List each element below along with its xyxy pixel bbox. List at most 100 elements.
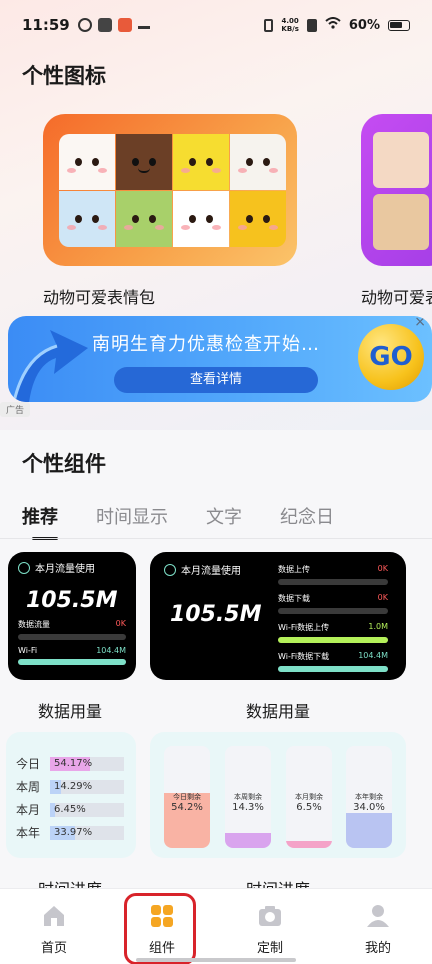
row-value: 104.4M — [96, 646, 126, 655]
widget-header: 本月流量使用 — [18, 560, 95, 575]
widget-rows: 数据流量 0K Wi-Fi 104.4M — [18, 619, 126, 665]
nav-label: 我的 — [364, 941, 391, 956]
tabs-divider — [0, 538, 432, 539]
progress-bar: 33.97% — [50, 825, 124, 840]
ad-tag: 广告 — [0, 402, 31, 417]
notification-app-icon — [137, 21, 150, 29]
tank-value: 14.3% — [232, 802, 264, 813]
widget-caption: 数据用量 — [38, 702, 103, 721]
icon-pack-name: 动物可爱表情包 — [43, 288, 156, 307]
progress-fill — [278, 666, 388, 672]
arrow-graphic-icon — [12, 330, 88, 402]
row-value: 104.4M — [358, 651, 388, 660]
ad-details-button[interactable]: 查看详情 — [114, 367, 318, 393]
row-label: 数据下载 — [278, 594, 310, 603]
hamster-face-icon — [373, 194, 429, 250]
tab-text[interactable]: 文字 — [206, 503, 242, 537]
pulse-icon — [164, 563, 176, 576]
bear-face-icon — [116, 134, 172, 190]
notification-app-icon — [97, 18, 112, 32]
tank-fill — [225, 833, 271, 848]
progress-tank: 本年剩余 34.0% — [346, 746, 392, 848]
notification-app-icon — [117, 18, 132, 32]
widget-rows: 数据上传 0K 数据下载 0K Wi-Fi数据上传 1.0M Wi-Fi数据下载 104.4M — [278, 564, 388, 680]
frog-face-icon — [116, 191, 172, 247]
data-usage-widget-wide[interactable]: 本月流量使用 105.5M 数据上传 0K 数据下载 0K Wi-Fi数据上传 1.0M W… — [150, 552, 406, 680]
speed-value: 4.00 — [281, 17, 299, 25]
progress-tank: 本周剩余 14.3% — [225, 746, 271, 848]
home-icon — [44, 906, 64, 926]
nav-label: 首页 — [40, 941, 67, 956]
nav-item-customize[interactable]: 定制 — [216, 889, 324, 964]
row-value: 1.0M — [368, 622, 388, 631]
widget-big-value: 105.5M — [26, 588, 118, 613]
tank-value: 6.5% — [296, 802, 322, 813]
widget-caption: 数据用量 — [246, 702, 311, 721]
time-progress-widget-list[interactable]: 今日 54.17% 本周 14.29% 本月 6.45% 本年 33.97% — [6, 732, 136, 858]
progress-bar: 6.45% — [50, 802, 124, 817]
row-label: Wi-Fi — [18, 646, 38, 655]
progress-row: 今日 54.17% — [16, 752, 126, 775]
bunny-face-icon — [59, 191, 115, 247]
widget-row: Wi-Fi数据上传 1.0M — [278, 622, 388, 643]
widgets-section-title: 个性组件 — [22, 452, 106, 476]
nav-item-home[interactable]: 首页 — [0, 889, 108, 964]
tab-anniversary[interactable]: 纪念日 — [280, 503, 334, 537]
tank-label: 本周剩余 — [234, 793, 262, 801]
widget-header-text: 本月流量使用 — [35, 564, 95, 575]
wifi-icon — [325, 17, 341, 33]
time-progress-widget-tanks[interactable]: 今日剩余 54.2% 本周剩余 14.3% 本月剩余 6.5% 本年剩余 34.0% — [150, 732, 406, 858]
widget-row: 数据下载 0K — [278, 593, 388, 614]
data-usage-widget-small[interactable]: 本月流量使用 105.5M 数据流量 0K Wi-Fi 104.4M — [8, 552, 136, 680]
ad-banner[interactable]: 南明生育力优惠检查开始… 查看详情 GO × — [8, 316, 432, 402]
icon-pack-name: 动物可爱表 — [361, 288, 432, 307]
ad-go-button[interactable]: GO — [358, 324, 424, 390]
icon-pack-card[interactable] — [361, 114, 432, 266]
progress-label: 今日 — [16, 757, 41, 771]
person-icon — [367, 905, 389, 927]
tank-fill — [346, 813, 392, 848]
widget-row: 数据上传 0K — [278, 564, 388, 585]
progress-value: 54.17% — [54, 757, 93, 769]
camera-icon — [259, 906, 281, 926]
row-label: 数据上传 — [278, 565, 310, 574]
row-label: Wi-Fi数据上传 — [278, 623, 330, 632]
progress-tank: 本月剩余 6.5% — [286, 746, 332, 848]
nav-label: 定制 — [256, 941, 283, 956]
widget-row: Wi-Fi数据下载 104.4M — [278, 651, 388, 672]
row-label: Wi-Fi数据下载 — [278, 652, 330, 661]
progress-bar — [278, 637, 388, 643]
battery-percent: 60% — [348, 17, 380, 33]
widget-category-tabs: 推荐 时间显示 文字 纪念日 — [22, 503, 334, 540]
progress-row: 本月 6.45% — [16, 798, 126, 821]
tank-value: 54.2% — [171, 802, 203, 813]
home-indicator[interactable] — [136, 958, 296, 962]
tab-time-display[interactable]: 时间显示 — [96, 503, 168, 537]
vibrate-icon — [264, 18, 274, 32]
progress-bar — [18, 659, 126, 665]
progress-tank: 今日剩余 54.2% — [164, 746, 210, 848]
row-label: 数据流量 — [18, 620, 50, 629]
status-bar: 11:59 4.00 KB/s 60% — [0, 0, 432, 50]
status-time: 11:59 — [22, 16, 70, 34]
icon-pack-card[interactable] — [43, 114, 297, 266]
nav-selection-highlight — [124, 893, 196, 964]
progress-bar — [278, 608, 388, 614]
nav-item-profile[interactable]: 我的 — [324, 889, 432, 964]
ad-close-button[interactable]: × — [414, 316, 426, 330]
pulse-icon — [18, 561, 30, 574]
network-speed: 4.00 KB/s — [281, 17, 298, 33]
progress-value: 33.97% — [54, 826, 93, 838]
progress-bar: 54.17% — [50, 756, 124, 771]
row-value: 0K — [377, 593, 388, 602]
notification-icons — [77, 18, 150, 32]
progress-label: 本周 — [16, 780, 41, 794]
chick-face-icon — [173, 134, 229, 190]
tab-recommended[interactable]: 推荐 — [22, 503, 58, 540]
tank-label: 本月剩余 — [295, 793, 323, 801]
row-value: 0K — [377, 564, 388, 573]
widget-big-value: 105.5M — [170, 602, 262, 627]
duck-face-icon — [230, 191, 286, 247]
tank-fill — [286, 841, 332, 848]
widget-header-text: 本月流量使用 — [181, 566, 241, 577]
